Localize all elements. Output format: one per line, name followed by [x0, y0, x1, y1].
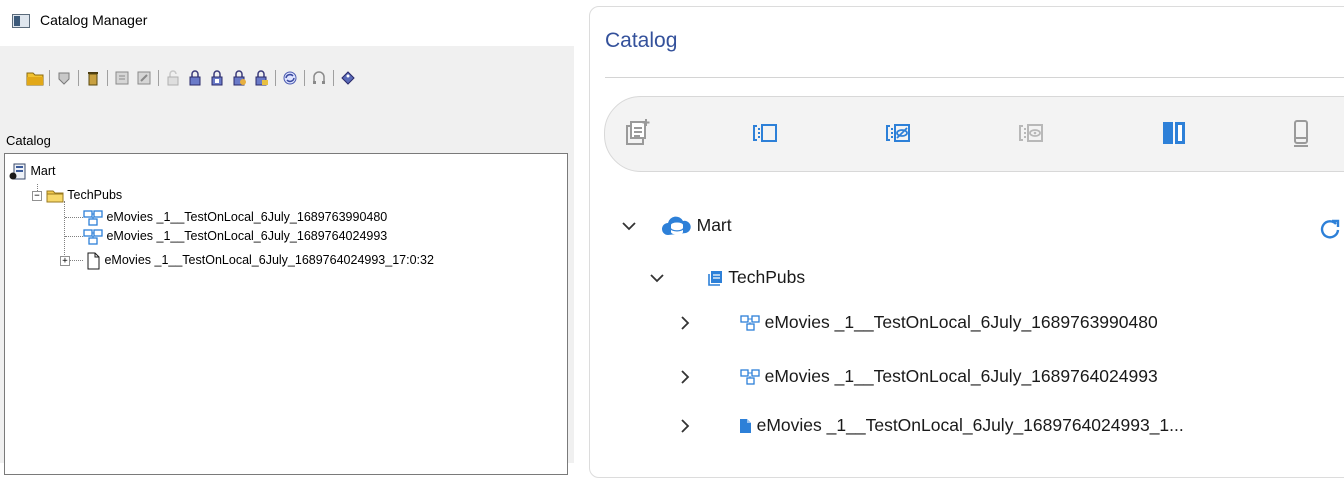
chevron-right-icon[interactable] — [676, 312, 694, 332]
chevron-right-icon[interactable] — [676, 415, 694, 435]
catalog-panel: Catalog Mart TechPubs eMovies _1__TestOn… — [589, 6, 1344, 478]
catalog-tree[interactable]: Mart − TechPubs eMovies _1__TestOnLocal_… — [4, 153, 568, 475]
tree-node-label: eMovies _1__TestOnLocal_6July_1689764024… — [106, 229, 388, 243]
model-icon — [83, 210, 103, 226]
tree-guide-line — [65, 236, 83, 237]
toolbar-separator — [49, 70, 50, 86]
tree-node-techpubs[interactable]: TechPubs — [648, 262, 805, 292]
tree-node-label: eMovies _1__TestOnLocal_6July_1689764024… — [104, 253, 434, 267]
document-icon — [85, 252, 101, 270]
tree-guide-line — [64, 201, 65, 261]
lock-shared-icon[interactable] — [206, 67, 228, 89]
view-disabled-icon[interactable] — [1009, 111, 1053, 155]
panel-title: Catalog — [605, 29, 678, 52]
tree-node-label: TechPubs — [67, 188, 123, 202]
tree-node-label: Mart — [30, 164, 56, 178]
divider — [605, 77, 1344, 78]
unlock-icon[interactable] — [162, 67, 184, 89]
catalog-toolbar — [604, 96, 1344, 172]
mobile-view-icon[interactable] — [1279, 111, 1323, 155]
tree-guide-line — [65, 217, 83, 218]
tree-node-label: eMovies _1__TestOnLocal_6July_1689764024… — [756, 415, 1184, 435]
document-icon — [738, 415, 752, 435]
mart-server-icon — [9, 163, 27, 180]
tree-node-label: eMovies _1__TestOnLocal_6July_1689763990… — [764, 312, 1158, 332]
add-catalog-icon[interactable] — [615, 111, 659, 155]
tree-node-model[interactable]: eMovies _1__TestOnLocal_6July_1689763990… — [676, 307, 1158, 337]
delete-icon[interactable] — [82, 67, 104, 89]
split-view-icon[interactable] — [1152, 111, 1196, 155]
tree-node-mart[interactable]: Mart — [9, 162, 55, 180]
toolbar-separator — [107, 70, 108, 86]
shield-icon[interactable] — [53, 67, 75, 89]
hide-view-icon[interactable] — [876, 111, 920, 155]
window-title: Catalog Manager — [40, 12, 148, 28]
properties-icon[interactable] — [111, 67, 133, 89]
toolbar-separator — [304, 70, 305, 86]
tree-node-label: eMovies _1__TestOnLocal_6July_1689763990… — [106, 210, 388, 224]
tree-node-version[interactable]: eMovies _1__TestOnLocal_6July_1689764024… — [676, 410, 1184, 440]
toolbar-separator — [78, 70, 79, 86]
tree-node-model[interactable]: eMovies _1__TestOnLocal_6July_1689764024… — [83, 227, 387, 245]
lock-key-icon[interactable] — [250, 67, 272, 89]
expand-toggle[interactable]: + — [60, 256, 70, 266]
window-app-icon — [12, 14, 30, 33]
rename-icon[interactable] — [133, 67, 155, 89]
open-folder-icon[interactable] — [24, 67, 46, 89]
chevron-down-icon[interactable] — [648, 267, 666, 287]
toolbar — [24, 66, 359, 90]
title-bar: Catalog Manager — [0, 0, 574, 46]
collapse-toggle[interactable]: − — [32, 191, 42, 201]
tree-node-model[interactable]: eMovies _1__TestOnLocal_6July_1689763990… — [83, 208, 387, 226]
lock-user-icon[interactable] — [228, 67, 250, 89]
model-icon — [740, 312, 760, 332]
chevron-right-icon[interactable] — [676, 366, 694, 386]
toolbar-separator — [333, 70, 334, 86]
tree-node-label: eMovies _1__TestOnLocal_6July_1689764024… — [764, 366, 1158, 386]
lock-icon[interactable] — [184, 67, 206, 89]
tree-node-model[interactable]: eMovies _1__TestOnLocal_6July_1689764024… — [676, 361, 1158, 391]
tree-node-mart[interactable]: Mart — [620, 210, 732, 240]
cloud-database-icon — [660, 215, 692, 236]
tag-icon[interactable] — [337, 67, 359, 89]
model-icon — [83, 229, 103, 245]
model-icon — [740, 366, 760, 386]
library-icon — [706, 267, 724, 287]
catalog-manager-window: Catalog Manager Catalog Mart − TechPubs … — [0, 0, 574, 475]
connect-icon[interactable] — [308, 67, 330, 89]
folder-icon — [46, 188, 64, 203]
toolbar-separator — [275, 70, 276, 86]
tree-node-label: Mart — [696, 215, 732, 235]
chevron-down-icon[interactable] — [620, 215, 638, 235]
tree-node-version[interactable]: eMovies _1__TestOnLocal_6July_1689764024… — [85, 251, 434, 270]
tree-node-techpubs[interactable]: TechPubs — [46, 186, 122, 204]
catalog-label: Catalog — [6, 133, 51, 148]
toolbar-separator — [158, 70, 159, 86]
compare-view-icon[interactable] — [743, 111, 787, 155]
refresh-icon[interactable] — [1319, 218, 1341, 245]
tree-node-label: TechPubs — [728, 267, 806, 287]
refresh-icon[interactable] — [279, 67, 301, 89]
tree-guide-line — [69, 260, 83, 261]
